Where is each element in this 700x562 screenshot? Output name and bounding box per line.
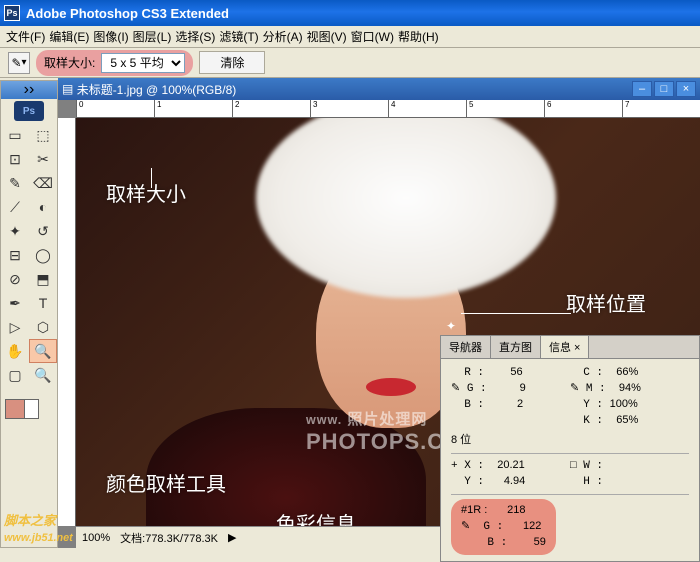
- hand-tool[interactable]: ✋: [1, 339, 29, 363]
- shape-tool[interactable]: ⬒: [29, 267, 57, 291]
- tab-info[interactable]: 信息 ×: [541, 336, 589, 358]
- ruler-horizontal: 01234567: [76, 100, 700, 118]
- quick-mask-icon[interactable]: ▢: [1, 363, 29, 387]
- menu-image[interactable]: 图像(I): [91, 28, 130, 45]
- doc-size: 文档:778.3K/778.3K: [120, 530, 218, 546]
- menu-analysis[interactable]: 分析(A): [261, 28, 305, 45]
- color-sampler-tool[interactable]: 🔍: [29, 339, 57, 363]
- app-icon: Ps: [4, 5, 20, 21]
- menu-edit[interactable]: 编辑(E): [47, 28, 91, 45]
- anno-color-tool: 颜色取样工具: [106, 468, 226, 497]
- color-swatches[interactable]: [1, 387, 57, 428]
- dodge-tool[interactable]: ◯: [29, 243, 57, 267]
- select-tool[interactable]: ▷: [1, 315, 29, 339]
- menu-help[interactable]: 帮助(H): [396, 28, 441, 45]
- tab-navigator[interactable]: 导航器: [441, 336, 491, 358]
- history-tool[interactable]: ↺: [29, 219, 57, 243]
- gradient-tool[interactable]: ◐: [29, 195, 57, 219]
- crop-tool[interactable]: ✂: [29, 147, 57, 171]
- toolbox: ›› Ps ▭ ⬚ ⊡ ✂ ✎ ⌫ ⟋ ◐ ✦ ↺ ⊟ ◯ ⊘ ⬒ ✒ T ▷ …: [0, 80, 58, 548]
- sample-size-label: 取样大小:: [44, 54, 95, 71]
- menu-view[interactable]: 视图(V): [305, 28, 349, 45]
- menu-layer[interactable]: 图层(L): [131, 28, 174, 45]
- ruler-vertical: [58, 118, 76, 526]
- info-rgb: R : 56 ✎ G : 9 B : 2: [451, 365, 570, 429]
- marquee-tool[interactable]: ⬚: [29, 123, 57, 147]
- info-cmyk: C : 66% ✎ M : 94% Y : 100% K : 65%: [570, 365, 689, 429]
- close-button[interactable]: ×: [676, 81, 696, 97]
- info-sample1: #1R : 218 ✎ G : 122 B : 59: [451, 499, 556, 555]
- toolbox-header[interactable]: ››: [1, 81, 57, 99]
- anno-sample-pos: 取样位置: [566, 288, 646, 317]
- sample-size-group: 取样大小: 5 x 5 平均: [36, 50, 193, 76]
- sample-point-marker: ✦: [446, 319, 456, 329]
- menubar: 文件(F) 编辑(E) 图像(I) 图层(L) 选择(S) 滤镜(T) 分析(A…: [0, 26, 700, 48]
- document-titlebar[interactable]: ▤ 未标题-1.jpg @ 100%(RGB/8) – □ ×: [58, 78, 700, 100]
- blur-tool[interactable]: ⊟: [1, 243, 29, 267]
- ps-badge: Ps: [14, 101, 44, 121]
- info-wh: □ W : H :: [570, 458, 689, 490]
- brush-tool[interactable]: ✎: [1, 171, 29, 195]
- info-bits: 8 位: [451, 429, 689, 449]
- foreground-swatch[interactable]: [5, 399, 25, 419]
- anno-color-info: 色彩信息: [276, 508, 356, 526]
- clear-button[interactable]: 清除: [199, 51, 265, 74]
- minimize-button[interactable]: –: [632, 81, 652, 97]
- sample-size-select[interactable]: 5 x 5 平均: [101, 53, 185, 73]
- info-xy: + X : 20.21 Y : 4.94: [451, 458, 570, 490]
- lasso-tool[interactable]: ⊡: [1, 147, 29, 171]
- menu-file[interactable]: 文件(F): [4, 28, 47, 45]
- eraser-tool[interactable]: ⌫: [29, 171, 57, 195]
- 3d-tool[interactable]: ⬡: [29, 315, 57, 339]
- app-title: Adobe Photoshop CS3 Extended: [26, 6, 229, 21]
- watermark-site: 脚本之家 www.jb51.net: [4, 510, 73, 544]
- doc-icon: ▤: [62, 82, 73, 96]
- menu-window[interactable]: 窗口(W): [349, 28, 396, 45]
- document-title: 未标题-1.jpg @ 100%(RGB/8): [77, 81, 237, 98]
- app-titlebar: Ps Adobe Photoshop CS3 Extended: [0, 0, 700, 26]
- maximize-button[interactable]: □: [654, 81, 674, 97]
- eyedropper-tool-icon[interactable]: ✎▾: [8, 52, 30, 74]
- move-tool[interactable]: ▭: [1, 123, 29, 147]
- anno-sample-size: 取样大小: [106, 178, 186, 207]
- path-tool[interactable]: ⊘: [1, 267, 29, 291]
- menu-select[interactable]: 选择(S): [173, 28, 217, 45]
- zoom-level[interactable]: 100%: [82, 532, 110, 544]
- tab-histogram[interactable]: 直方图: [491, 336, 541, 358]
- menu-filter[interactable]: 滤镜(T): [217, 28, 260, 45]
- pen-tool[interactable]: ⟋: [1, 195, 29, 219]
- zoom-tool[interactable]: 🔍: [29, 363, 57, 387]
- clone-tool[interactable]: ✦: [1, 219, 29, 243]
- notes-tool[interactable]: ✒: [1, 291, 29, 315]
- info-panel: 导航器 直方图 信息 × R : 56 ✎ G : 9 B : 2 C : 66…: [440, 335, 700, 562]
- type-tool[interactable]: T: [29, 291, 57, 315]
- options-bar: ✎▾ 取样大小: 5 x 5 平均 清除: [0, 48, 700, 78]
